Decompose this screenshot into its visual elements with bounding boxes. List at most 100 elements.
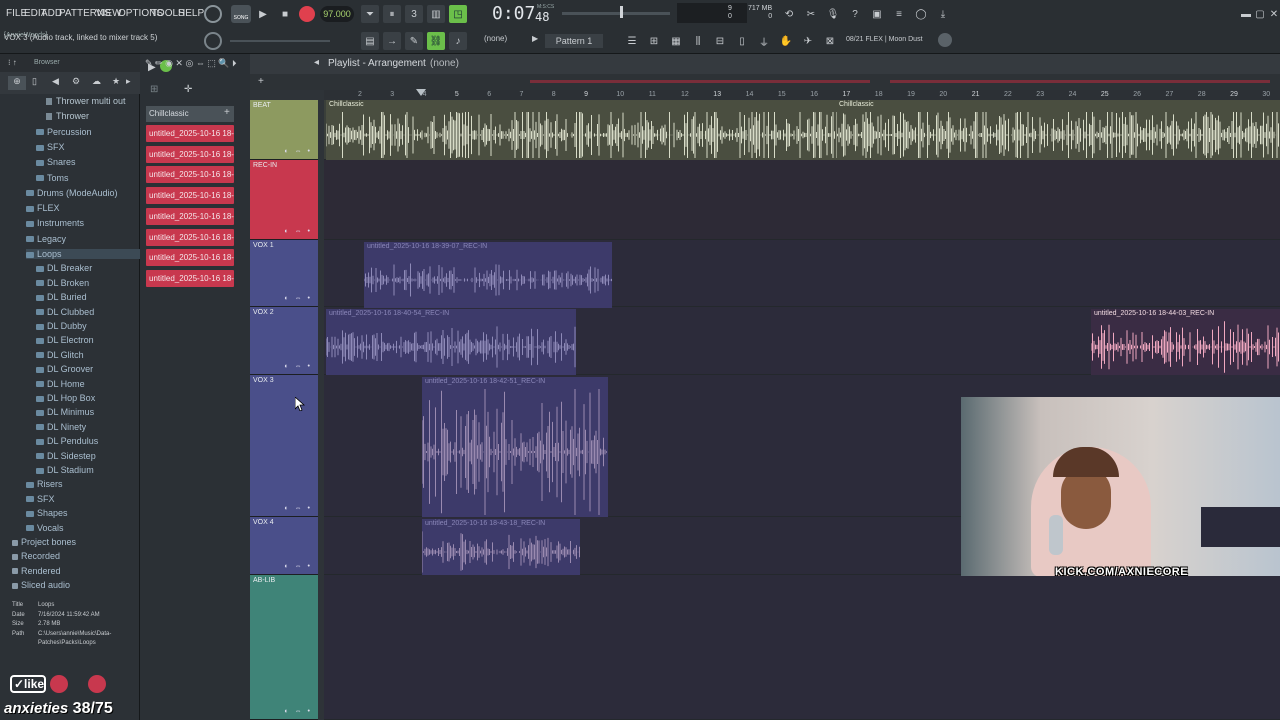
browser-item[interactable]: DL Ninety <box>36 422 86 432</box>
browser-item[interactable]: Project bones <box>12 537 76 547</box>
track-header[interactable]: VOX 1 ◐ ⇔ • <box>250 240 318 307</box>
touch-button[interactable]: ✋ <box>777 32 795 50</box>
menu-help[interactable]: HELP <box>178 8 204 19</box>
browser-item[interactable]: DL Stadium <box>36 465 94 475</box>
clip-source-item[interactable]: untitled_2025-10-16 18- <box>146 125 234 142</box>
move-icon[interactable]: ✛ <box>184 84 192 95</box>
pattern-arrow-icon[interactable]: ▶ <box>532 34 542 48</box>
tempo-display[interactable]: 97.000 <box>320 6 354 22</box>
track-controls-icon[interactable]: ◐ ⇔ • <box>284 295 312 302</box>
clip-source-item[interactable]: untitled_2025-10-16 18- <box>146 207 234 225</box>
plugin-knob[interactable] <box>938 33 952 47</box>
browser-item[interactable]: DL Minimus <box>36 407 94 417</box>
browser-item[interactable]: Sliced audio <box>12 580 70 590</box>
add-track-icon[interactable]: + <box>258 76 264 87</box>
add-clip-icon[interactable]: + <box>224 107 230 118</box>
audio-clip[interactable]: untitled_2025-10-16 18-44-03_REC-IN <box>1091 309 1280 375</box>
pattern-selector[interactable]: Pattern 1 <box>545 34 603 48</box>
browser-files-icon[interactable]: ▯ <box>32 76 37 87</box>
browser-item[interactable]: Rendered <box>12 566 61 576</box>
browser-item[interactable]: DL Sidestep <box>36 451 96 461</box>
browser-star-icon[interactable]: ★ <box>112 76 120 87</box>
audio-clip[interactable]: untitled_2025-10-16 18-39-07_REC-IN <box>364 242 612 308</box>
track-controls-icon[interactable]: ◐ ⇔ • <box>284 505 312 512</box>
record-button[interactable] <box>299 6 315 22</box>
position-slider[interactable] <box>230 40 330 42</box>
browser-item[interactable]: DL Home <box>36 379 85 389</box>
browser-more-icon[interactable]: ▸ <box>126 76 131 87</box>
clip-source-item[interactable]: untitled_2025-10-16 18- <box>146 187 234 205</box>
browser-item[interactable]: Percussion <box>36 127 92 137</box>
track-controls-icon[interactable]: ◐ ⇔ • <box>284 708 312 715</box>
clip-list-header[interactable]: Chillclassic <box>146 106 234 122</box>
help-button[interactable]: ? <box>846 5 864 23</box>
piano-roll-button[interactable]: ▤ <box>361 32 379 50</box>
browser-item[interactable]: Drums (ModeAudio) <box>26 188 118 198</box>
browser-menu-icon[interactable]: ⁝ ↑ <box>8 58 17 67</box>
browser-item[interactable]: Recorded <box>12 551 60 561</box>
audio-clip[interactable]: untitled_2025-10-16 18-43-18_REC-IN <box>422 519 580 575</box>
browser-view-button[interactable]: ⊟ <box>711 32 729 50</box>
playlist-button[interactable]: ☰ <box>623 32 641 50</box>
browser-item[interactable]: Risers <box>26 479 63 489</box>
clip-source-item[interactable]: untitled_2025-10-16 18- <box>146 269 234 287</box>
track-controls-icon[interactable]: ◐ ⇔ • <box>284 363 312 370</box>
playhead-marker[interactable] <box>416 89 426 96</box>
snap-button[interactable]: ⛓ <box>427 32 445 50</box>
browser-item[interactable]: DL Broken <box>36 278 89 288</box>
mixer-button[interactable]: ≡ <box>890 5 908 23</box>
browser-item[interactable]: DL Glitch <box>36 350 84 360</box>
browser-item[interactable]: DL Hop Box <box>36 393 95 403</box>
track-lane[interactable] <box>324 575 1280 720</box>
browser-item[interactable]: DL Dubby <box>36 321 87 331</box>
draw-button[interactable]: ✎ <box>405 32 423 50</box>
browser-item[interactable]: Thrower multi out <box>46 96 126 106</box>
news-ticker[interactable]: 08/21 FLEX | Moon Dust <box>846 36 923 43</box>
track-header[interactable]: VOX 4 ◐ ⇔ • <box>250 517 318 575</box>
browser-item[interactable]: DL Pendulus <box>36 436 98 446</box>
save-button[interactable]: ▣ <box>868 5 886 23</box>
pitch-slider-handle[interactable] <box>620 6 623 18</box>
browser-item[interactable]: Instruments <box>26 218 84 228</box>
clip-source-item[interactable]: untitled_2025-10-16 18- <box>146 228 234 246</box>
browser-item[interactable]: Thrower <box>46 111 89 121</box>
panel-handle-icon[interactable]: ⊞ <box>150 84 158 95</box>
browser-item[interactable]: DL Clubbed <box>36 307 94 317</box>
channel-rack-button[interactable]: ⊞ <box>645 32 663 50</box>
browser-item[interactable]: Loops <box>26 249 140 259</box>
browser-item[interactable]: Shapes <box>26 508 68 518</box>
clip-source-item[interactable]: untitled_2025-10-16 18- <box>146 249 234 267</box>
browser-cloud-icon[interactable]: ☁ <box>92 76 101 87</box>
audio-clip[interactable]: untitled_2025-10-16 18-42-51_REC-IN <box>422 377 608 517</box>
project-info-button[interactable]: ✈ <box>799 32 817 50</box>
mixer-view-button[interactable]: ⫼ <box>689 32 707 50</box>
audio-clip[interactable]: Chillclassic <box>836 100 1280 160</box>
master-pitch-slider[interactable] <box>562 12 670 15</box>
browser-plugin-icon[interactable]: ⚙ <box>72 76 80 87</box>
close-button[interactable]: ✕ <box>1265 5 1280 23</box>
clip-source-item[interactable]: untitled_2025-10-16 18- <box>146 145 234 163</box>
plugin-picker-button[interactable]: ▯ <box>733 32 751 50</box>
main-volume-knob[interactable] <box>204 5 222 23</box>
track-lane[interactable] <box>324 160 1280 240</box>
browser-item[interactable]: Snares <box>36 157 76 167</box>
undo-button[interactable]: ⟲ <box>780 5 798 23</box>
cart-button[interactable]: ⊠ <box>821 32 839 50</box>
browser-item[interactable]: Vocals <box>26 523 64 533</box>
track-controls-icon[interactable]: ◐ ⇔ • <box>284 148 312 155</box>
master-pitch-knob[interactable] <box>204 32 222 50</box>
snap-selector[interactable]: (none) <box>484 34 507 43</box>
clip-source-item[interactable]: untitled_2025-10-16 18- <box>146 166 234 184</box>
playlist-tool-icons[interactable]: ✎ ✏ ◉ ✕ ◎ ⇔ ⬚ 🔍 ⏵ <box>145 58 237 69</box>
chat-button[interactable]: ◯ <box>912 5 930 23</box>
track-controls-icon[interactable]: ◐ ⇔ • <box>284 228 312 235</box>
plugin-db-button[interactable]: ⏚ <box>755 32 773 50</box>
browser-item[interactable]: FLEX <box>26 203 60 213</box>
audio-clip[interactable]: Chillclassic <box>326 100 836 160</box>
blend-notes-button[interactable]: ▥ <box>427 5 445 23</box>
metronome-button[interactable]: ⏷ <box>361 5 379 23</box>
cut-button[interactable]: ✂ <box>802 5 820 23</box>
stop-button[interactable]: ■ <box>276 5 294 23</box>
browser-item[interactable]: SFX <box>36 142 65 152</box>
timeline-ruler[interactable]: 2 3 4 5 6 7 8 9 10 11 12 13 14 15 16 17 18 19 20 21 22 23 24 25… <box>324 90 1280 100</box>
